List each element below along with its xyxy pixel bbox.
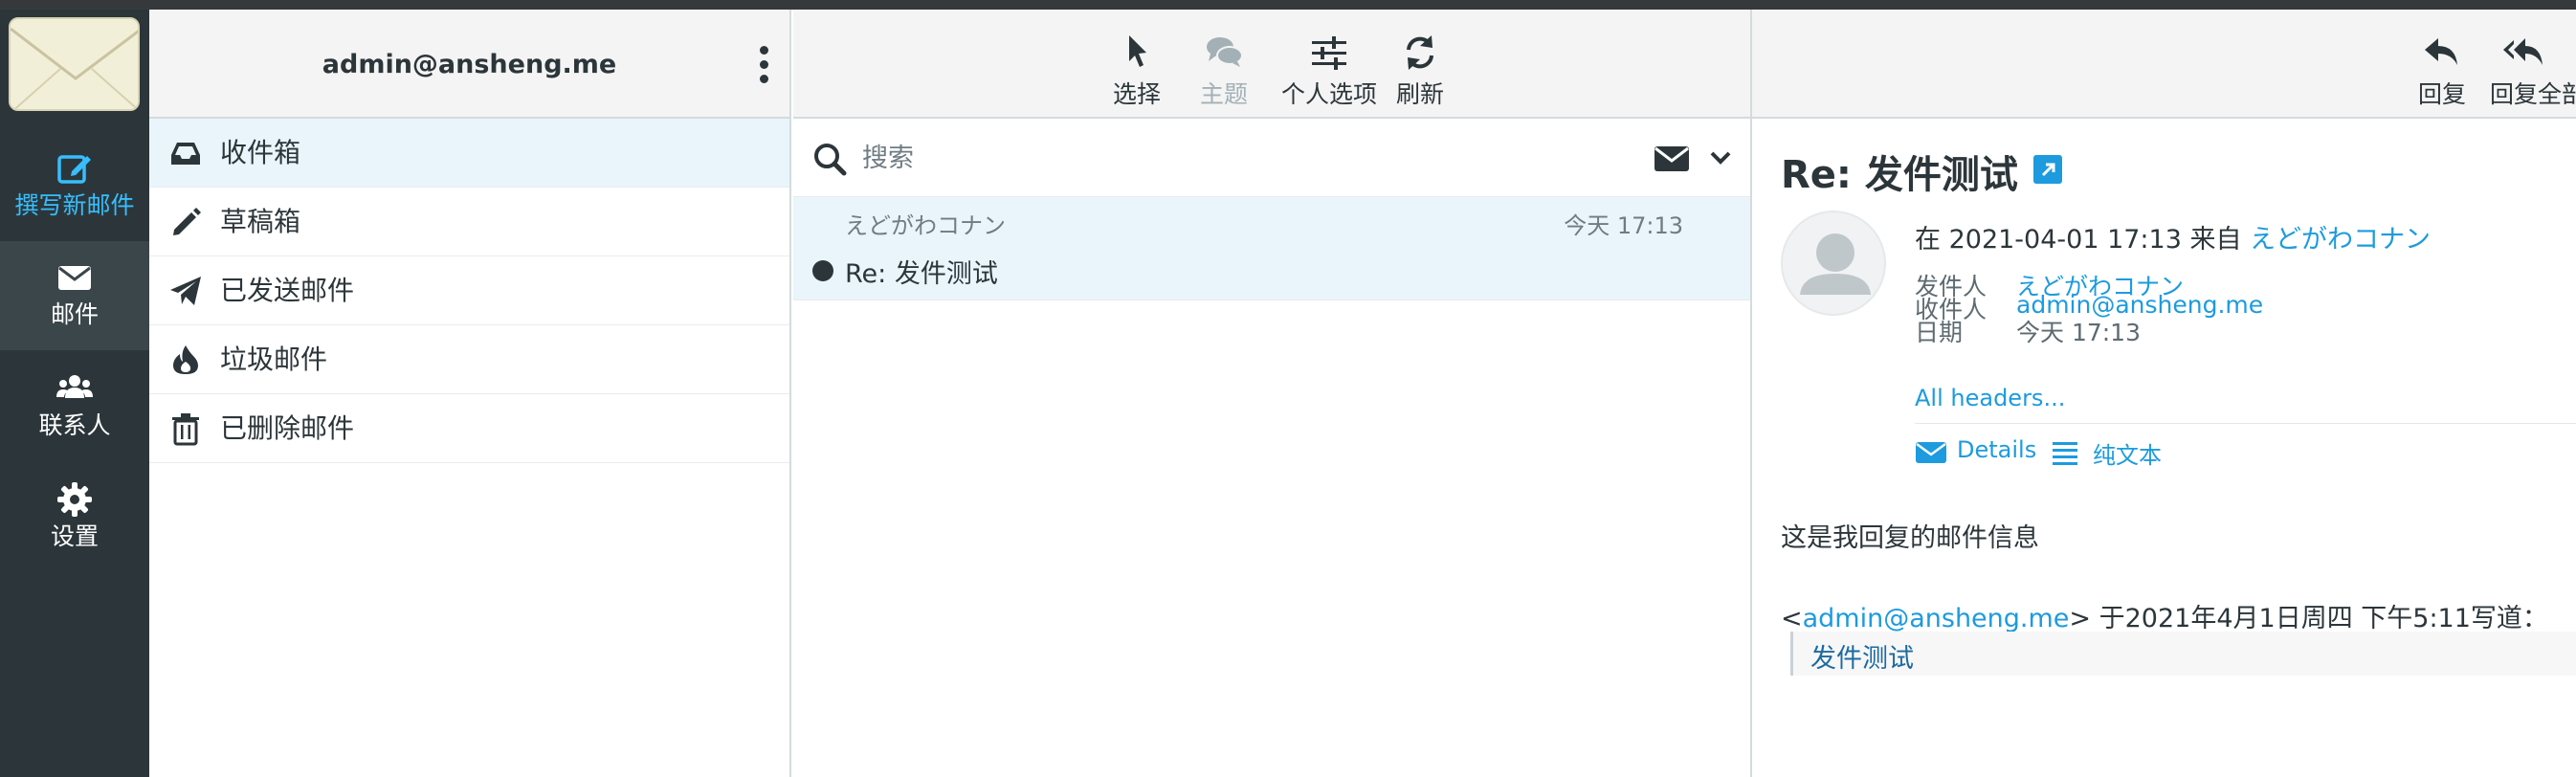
folder-label: 已删除邮件 — [220, 412, 355, 444]
search-icon[interactable] — [812, 142, 847, 176]
message-body-text: 这是我回复的邮件信息 — [1781, 523, 2039, 553]
gear-icon — [57, 482, 92, 517]
summary-prefix: 在 2021-04-01 17:13 来自 — [1915, 225, 2251, 255]
folder-item-sent[interactable]: 已发送邮件 — [149, 256, 789, 325]
quote-intro: <admin@ansheng.me> 于2021年4月1日周四 下午5:11写道… — [1781, 597, 2548, 634]
refresh-button[interactable]: 刷新 — [1387, 23, 1454, 109]
envelope-logo-icon — [11, 19, 138, 109]
preview-toolbar: 回复 回复全部 — [1752, 10, 2576, 119]
reply-button[interactable]: 回复 — [2414, 23, 2470, 109]
date-label: 日期 — [1915, 319, 1964, 346]
header-summary: 在 2021-04-01 17:13 来自 えどがわコナン — [1915, 218, 2431, 255]
nav-mail[interactable]: 邮件 — [0, 241, 149, 350]
message-date: 今天 17:13 — [1564, 212, 1683, 239]
text-lines-icon — [2053, 442, 2077, 465]
message-preview-panel: 回复 回复全部 Re: 发件测试 在 2021-04-01 17:13 来自 え… — [1752, 10, 2576, 777]
envelope-filter-icon[interactable] — [1653, 144, 1691, 174]
nav-settings-label: 设置 — [50, 522, 99, 550]
thread-button[interactable]: 主题 — [1186, 23, 1262, 109]
select-button[interactable]: 选择 — [1096, 23, 1178, 109]
quote-close: > 于2021年4月1日周四 下午5:11写道： — [2069, 604, 2548, 633]
more-options-icon[interactable] — [758, 46, 769, 84]
message-subject: Re: 发件测试 — [845, 259, 998, 289]
chevron-down-icon[interactable] — [1708, 145, 1733, 170]
nav-compose[interactable]: 撰写新邮件 — [0, 132, 149, 241]
nav-compose-label: 撰写新邮件 — [14, 191, 135, 219]
message-subject-heading: Re: 发件测试 — [1781, 153, 2018, 197]
message-list-panel: 选择 主题 个人选项 刷新 搜索 えどがわコナン 今天 17:13 Re: 发件… — [793, 10, 1752, 777]
account-email: admin@ansheng.me — [322, 50, 617, 79]
options-button[interactable]: 个人选项 — [1272, 23, 1387, 109]
folder-label: 垃圾邮件 — [220, 344, 328, 375]
comments-icon — [1207, 37, 1243, 67]
search-bar — [793, 119, 1750, 197]
sliders-icon — [1312, 36, 1346, 70]
quote-open: < — [1781, 604, 1803, 633]
folder-label: 收件箱 — [220, 137, 301, 168]
plaintext-label: 纯文本 — [2093, 442, 2162, 469]
summary-sender-link[interactable]: えどがわコナン — [2250, 225, 2431, 255]
fire-icon — [173, 345, 198, 374]
search-input[interactable] — [860, 136, 1454, 180]
reply-icon — [2425, 38, 2457, 65]
paper-plane-icon — [170, 277, 201, 305]
folder-item-drafts[interactable]: 草稿箱 — [149, 188, 789, 256]
main-navigation: 撰写新邮件 邮件 联系人 设置 — [0, 10, 149, 777]
details-label: Details — [1957, 436, 2037, 463]
cursor-icon — [1129, 35, 1146, 67]
folder-label: 已发送邮件 — [220, 275, 355, 306]
trash-icon — [172, 413, 199, 446]
reply-all-label: 回复全部 — [2491, 80, 2576, 108]
message-sender: えどがわコナン — [845, 212, 1006, 239]
folder-header: admin@ansheng.me — [149, 10, 789, 119]
envelope-icon — [1916, 442, 1946, 463]
nav-contacts[interactable]: 联系人 — [0, 352, 149, 461]
compose-icon — [57, 155, 91, 184]
folder-label: 草稿箱 — [220, 206, 301, 237]
options-label: 个人选项 — [1280, 80, 1377, 108]
refresh-label: 刷新 — [1395, 80, 1444, 108]
folder-item-junk[interactable]: 垃圾邮件 — [149, 325, 789, 394]
unread-dot-icon[interactable] — [812, 260, 833, 281]
date-value: 今天 17:13 — [2016, 319, 2141, 346]
quoted-text: 发件测试 — [1810, 644, 1914, 674]
open-in-new-window-icon[interactable] — [2033, 155, 2062, 184]
select-label: 选择 — [1112, 80, 1161, 108]
window-top-bar — [0, 0, 2576, 10]
refresh-icon — [1407, 35, 1433, 70]
users-icon — [56, 375, 93, 398]
app-logo — [9, 17, 140, 111]
reply-label: 回复 — [2417, 80, 2466, 108]
envelope-icon — [58, 266, 91, 290]
reply-all-icon — [2503, 38, 2543, 65]
header-divider — [1915, 423, 2576, 424]
thread-label: 主题 — [1199, 80, 1248, 108]
nav-mail-label: 邮件 — [50, 300, 99, 328]
folder-item-trash[interactable]: 已删除邮件 — [149, 394, 789, 463]
user-silhouette-icon — [1800, 233, 1871, 295]
folder-list-panel: admin@ansheng.me 收件箱 草稿箱 已发送邮件 垃圾邮件 已删除邮… — [149, 10, 791, 777]
folder-item-inbox[interactable]: 收件箱 — [149, 119, 789, 188]
nav-contacts-label: 联系人 — [38, 411, 111, 439]
message-row[interactable]: えどがわコナン 今天 17:13 Re: 发件测试 — [793, 197, 1750, 300]
quoted-block: 发件测试 — [1790, 632, 2576, 676]
message-toolbar: 选择 主题 个人选项 刷新 — [793, 10, 1750, 119]
nav-settings[interactable]: 设置 — [0, 463, 149, 572]
all-headers-link[interactable]: All headers... — [1915, 385, 2065, 411]
inbox-icon — [171, 143, 200, 165]
quote-email-link[interactable]: admin@ansheng.me — [1803, 604, 2070, 633]
sender-avatar — [1781, 211, 1886, 316]
pencil-icon — [173, 208, 201, 235]
reply-all-button[interactable]: 回复全部 — [2491, 23, 2576, 109]
